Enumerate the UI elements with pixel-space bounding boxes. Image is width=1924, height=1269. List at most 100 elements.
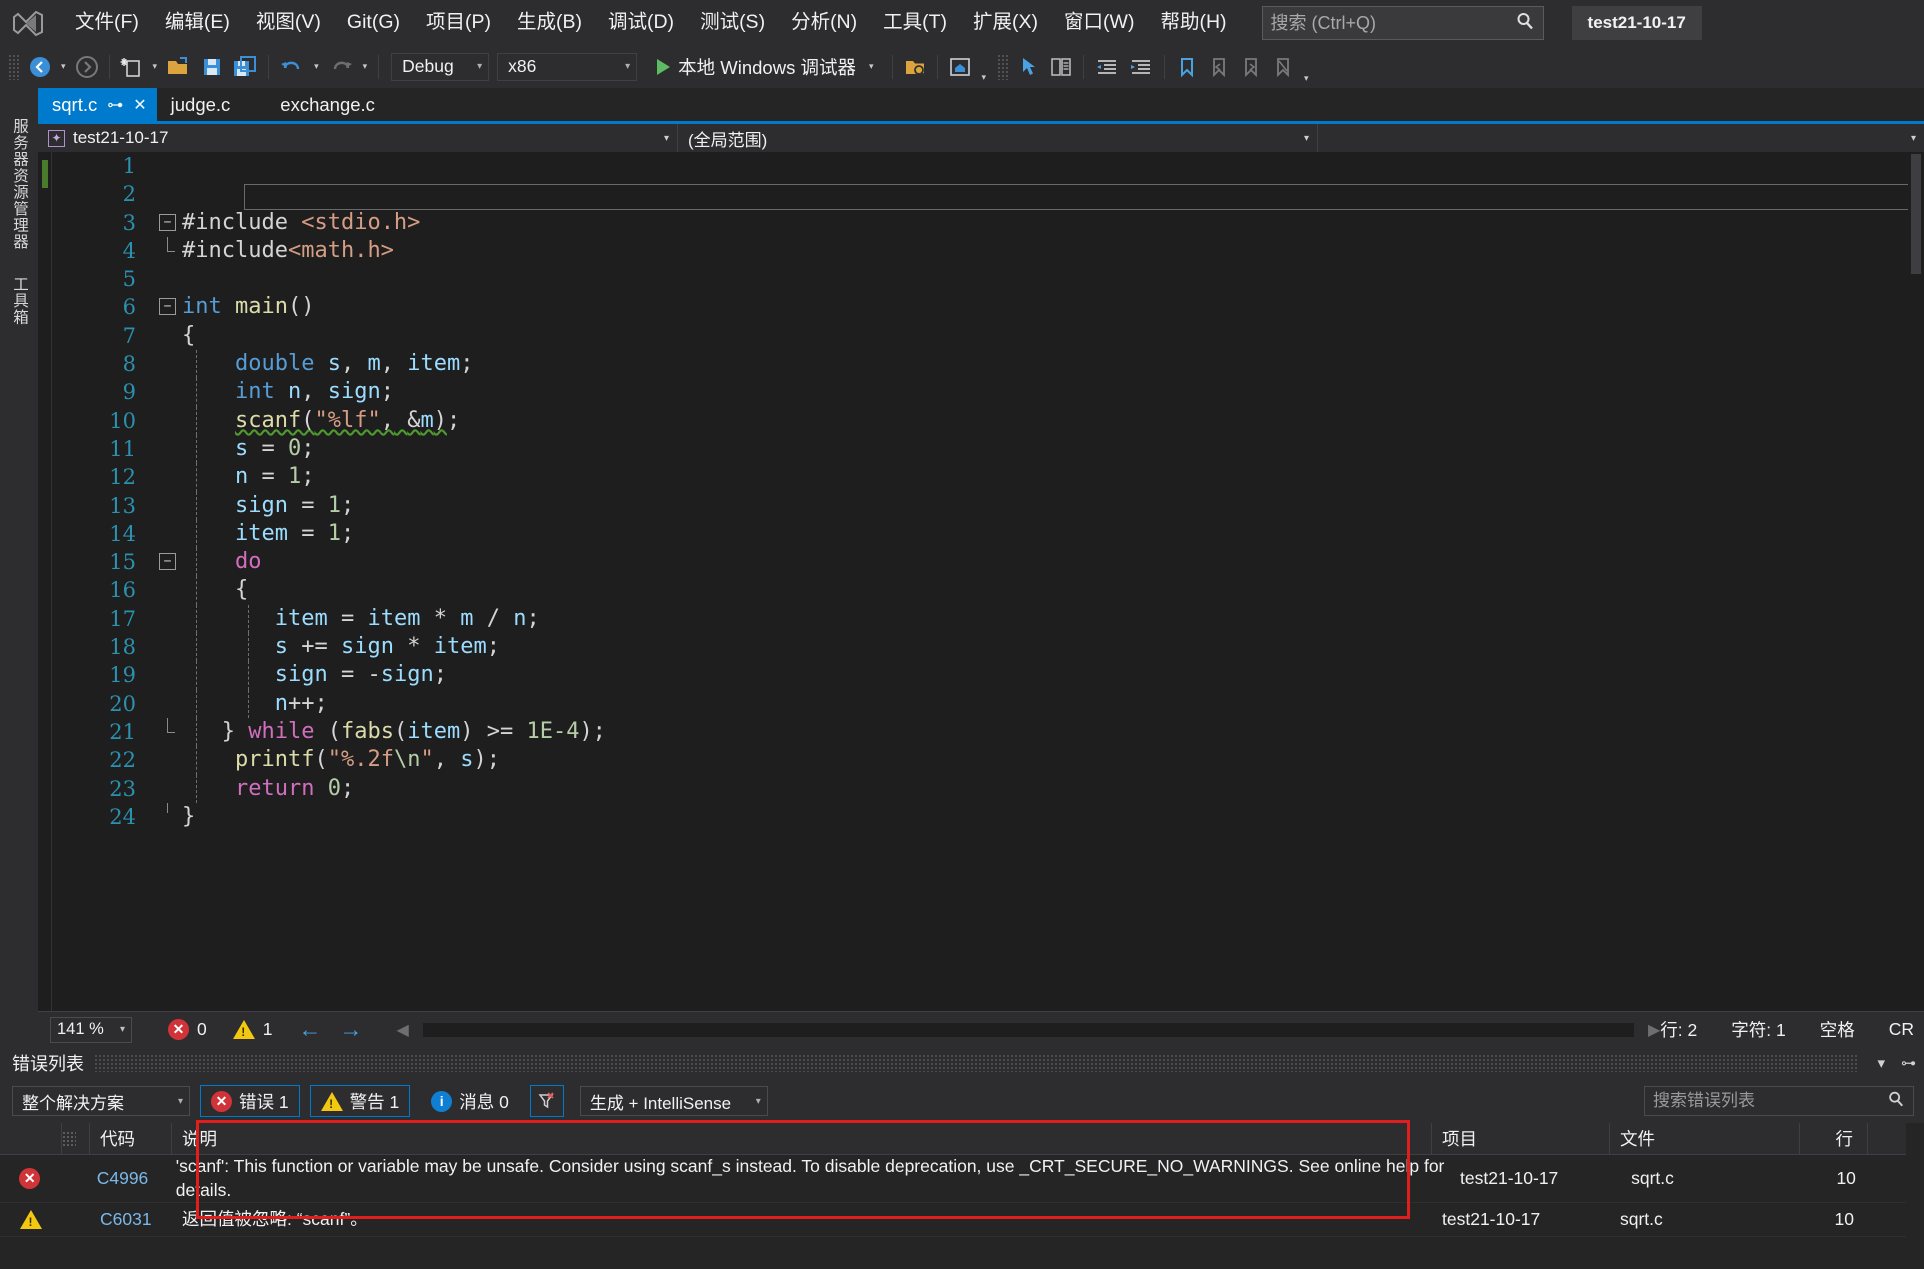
tab-judge-c[interactable]: judge.c (157, 88, 241, 121)
bookmark-prev-icon[interactable] (1203, 51, 1235, 83)
navigate-back-icon[interactable] (24, 51, 56, 83)
editor-vertical-scrollbar[interactable] (1908, 152, 1924, 1011)
zoom-level-combo[interactable]: 141 % ▾ (50, 1016, 132, 1043)
fold-collapse-icon[interactable]: − (159, 298, 176, 316)
menu-debug[interactable]: 调试(D) (595, 9, 687, 37)
code-line-text: sign = -sign; (182, 661, 1924, 690)
member-scope-combo[interactable]: ▾ (1318, 124, 1924, 152)
warnings-toggle-button[interactable]: 警告 1 (309, 1085, 411, 1117)
fold-collapse-icon[interactable]: − (159, 213, 176, 231)
inline-error-count[interactable]: ✕ 0 (168, 1019, 207, 1040)
close-icon[interactable]: ✕ (133, 95, 146, 115)
chevron-down-icon[interactable]: ▾ (864, 61, 879, 72)
column-header-severity[interactable] (0, 1123, 62, 1154)
navigate-forward-icon[interactable] (71, 51, 103, 83)
scrollbar-thumb[interactable] (1911, 154, 1921, 274)
save-all-icon[interactable] (228, 51, 262, 83)
compare-icon[interactable] (1045, 51, 1077, 83)
menu-git[interactable]: Git(G) (334, 9, 413, 37)
code-line-text: int main() (182, 294, 315, 320)
home-window-dropdown-icon[interactable]: ▾ (976, 72, 991, 87)
code-line: 7 { (52, 322, 1924, 350)
tab-exchange-c[interactable]: exchange.c (240, 88, 385, 121)
menu-extensions[interactable]: 扩展(X) (960, 9, 1051, 37)
menu-file[interactable]: 文件(F) (62, 9, 152, 37)
code-line-text: do (182, 548, 1924, 577)
bookmark-icon[interactable] (1171, 51, 1203, 83)
redo-dropdown-icon[interactable]: ▾ (358, 61, 373, 72)
arrow-left-icon[interactable]: ← (298, 1016, 321, 1043)
pin-icon[interactable]: ⊶ (1893, 1054, 1924, 1072)
line-number: 11 (109, 436, 136, 461)
messages-toggle-button[interactable]: i 消息 0 (420, 1085, 520, 1117)
hscroll-left-arrow-icon[interactable]: ◀ (396, 1020, 408, 1040)
new-item-icon[interactable] (116, 51, 148, 83)
column-header-project[interactable]: 项目 (1432, 1123, 1610, 1154)
column-grip[interactable] (62, 1123, 90, 1154)
panel-drag-grip[interactable] (94, 1054, 1860, 1072)
pin-icon[interactable]: ⊶ (107, 95, 123, 115)
error-search-input[interactable] (1653, 1091, 1878, 1111)
tab-sqrt-c[interactable]: sqrt.c ⊶ ✕ (38, 88, 157, 121)
undo-icon[interactable] (275, 51, 309, 83)
toolbar-grip-2[interactable] (997, 53, 1010, 80)
indent-icon[interactable] (1124, 51, 1158, 83)
menu-analyze[interactable]: 分析(N) (778, 9, 870, 37)
column-header-description[interactable]: 说明 (172, 1123, 1432, 1154)
quick-launch-search[interactable] (1261, 6, 1544, 40)
save-icon[interactable] (196, 51, 228, 83)
new-item-dropdown-icon[interactable]: ▾ (148, 61, 163, 72)
menu-tools[interactable]: 工具(T) (870, 9, 960, 37)
redo-icon[interactable] (324, 51, 358, 83)
editor-horizontal-scrollbar[interactable] (422, 1022, 1634, 1037)
toolbar-overflow-icon[interactable]: ▾ (1299, 73, 1314, 87)
chevron-down-icon[interactable]: ▾ (1869, 1054, 1893, 1072)
inline-warning-count[interactable]: 1 (232, 1019, 272, 1040)
outdent-icon[interactable] (1090, 51, 1124, 83)
menu-test[interactable]: 测试(S) (687, 9, 778, 37)
table-row[interactable]: ✕ C4996 'scanf': This function or variab… (0, 1155, 1924, 1203)
visual-studio-logo-icon (8, 5, 48, 41)
row-code[interactable]: C4996 (87, 1155, 166, 1202)
column-header-code[interactable]: 代码 (90, 1123, 172, 1154)
sidebar-item-toolbox[interactable]: 工具箱 (8, 276, 30, 326)
home-window-icon[interactable] (944, 51, 976, 83)
menu-view[interactable]: 视图(V) (243, 9, 334, 37)
table-row[interactable]: C6031 返回值被忽略: “scanf”。 test21-10-17 sqrt… (0, 1203, 1924, 1237)
column-header-file[interactable]: 文件 (1610, 1123, 1800, 1154)
error-list-scrollbar[interactable] (1906, 1123, 1924, 1269)
menu-help[interactable]: 帮助(H) (1147, 9, 1239, 37)
row-code[interactable]: C6031 (90, 1203, 172, 1236)
open-folder-icon[interactable] (162, 51, 196, 83)
menu-window[interactable]: 窗口(W) (1051, 9, 1147, 37)
toolbar-grip[interactable] (8, 53, 20, 80)
undo-dropdown-icon[interactable]: ▾ (309, 61, 324, 72)
search-input[interactable] (1270, 12, 1509, 34)
project-scope-combo[interactable]: ✦ test21-10-17 ▾ (38, 124, 678, 152)
menu-project[interactable]: 项目(P) (413, 9, 504, 37)
hscroll-right-arrow-icon[interactable]: ▶ (1648, 1020, 1660, 1040)
clear-filter-button[interactable] (529, 1085, 564, 1117)
navigate-back-dropdown-icon[interactable]: ▾ (56, 61, 71, 72)
attach-process-icon[interactable] (899, 51, 931, 83)
errors-toggle-button[interactable]: ✕ 错误 1 (200, 1085, 300, 1117)
code-editor[interactable]: 1 2 3 − #include <stdio.h> 4 #include<ma… (38, 152, 1924, 1011)
global-scope-combo[interactable]: (全局范围) ▾ (678, 124, 1318, 152)
column-header-line[interactable]: 行 (1800, 1123, 1868, 1154)
start-debugging-button[interactable]: 本地 Windows 调试器 ▾ (649, 51, 886, 83)
configuration-combo[interactable]: Debug ▾ (391, 52, 490, 81)
menu-build[interactable]: 生成(B) (504, 9, 595, 37)
build-source-combo[interactable]: 生成 + IntelliSense ▾ (579, 1086, 768, 1116)
bookmark-next-icon[interactable] (1235, 51, 1267, 83)
platform-combo[interactable]: x86 ▾ (497, 52, 638, 81)
pointer-select-icon[interactable] (1013, 51, 1045, 83)
line-number: 22 (109, 748, 136, 773)
sidebar-item-server-explorer[interactable]: 服务器资源管理器 (8, 118, 30, 250)
code-text-surface[interactable]: 1 2 3 − #include <stdio.h> 4 #include<ma… (52, 152, 1924, 1011)
scope-filter-combo[interactable]: 整个解决方案 ▾ (12, 1086, 190, 1116)
fold-collapse-icon[interactable]: − (159, 553, 176, 571)
menu-edit[interactable]: 编辑(E) (152, 9, 243, 37)
bookmark-clear-icon[interactable] (1267, 51, 1299, 83)
arrow-right-icon[interactable]: → (339, 1016, 362, 1043)
error-list-search[interactable] (1644, 1086, 1914, 1116)
